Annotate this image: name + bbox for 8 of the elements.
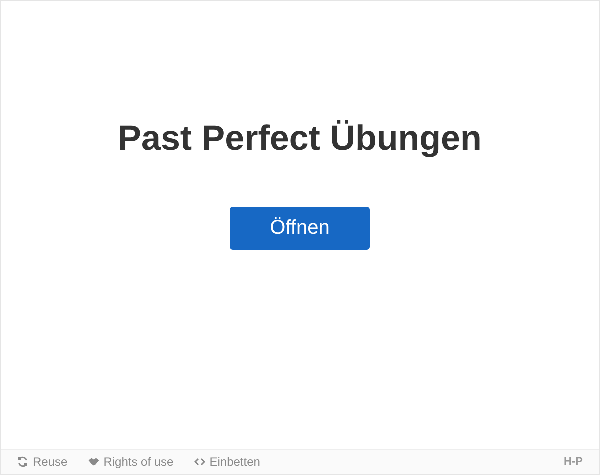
footer-link[interactable]: Reuse [17,455,68,469]
refresh-icon [17,456,29,468]
code-icon [194,456,206,468]
footer-link[interactable]: Einbetten [194,455,260,469]
logo: H-P [564,456,583,468]
footer-link[interactable]: Rights of use [88,455,174,469]
open-button[interactable]: Öffnen [230,207,370,250]
page-title: Past Perfect Übungen [118,119,482,159]
